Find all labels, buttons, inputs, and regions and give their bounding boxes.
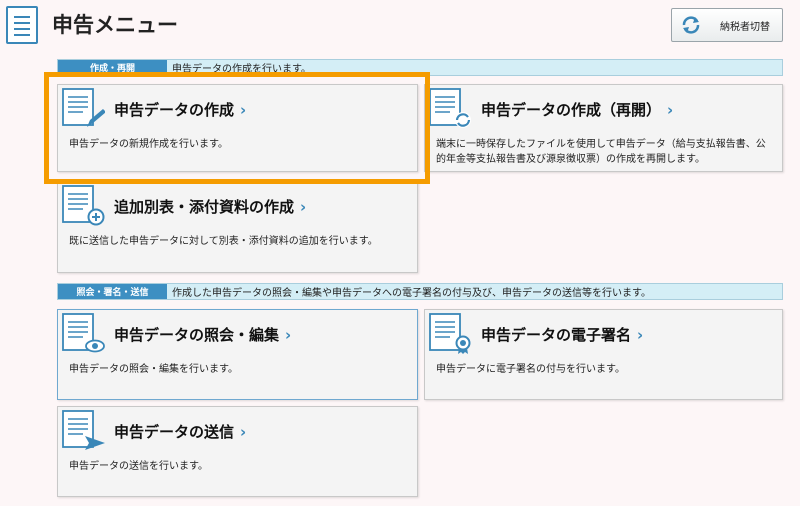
card-resume-data[interactable]: 申告データの作成（再開） › 端末に一時保存したファイルを使用して申告データ（給与…	[424, 84, 783, 172]
card-title: 申告データの送信 ›	[114, 423, 247, 441]
card-create-data[interactable]: 申告データの作成 › 申告データの新規作成を行います。	[57, 84, 418, 172]
switch-taxpayer-label: 納税者切替	[720, 21, 770, 33]
chevron-right-icon: ›	[240, 423, 247, 441]
refresh-icon	[682, 16, 700, 34]
chevron-right-icon: ›	[285, 326, 292, 344]
section-bar-review-sign-send: 照会・署名・送信 作成した申告データの照会・編集や申告データへの電子署名の付与及…	[57, 283, 783, 300]
card-additional-attachments[interactable]: 追加別表・添付資料の作成 › 既に送信した申告データに対して別表・添付資料の追加を…	[57, 181, 418, 273]
card-title: 追加別表・添付資料の作成 ›	[114, 198, 307, 216]
section-description: 作成した申告データの照会・編集や申告データへの電子署名の付与及び、申告データの送…	[172, 288, 651, 299]
chevron-right-icon: ›	[637, 326, 644, 344]
card-description: 申告データの送信を行います。	[69, 461, 208, 472]
card-description: 申告データの照会・編集を行います。	[69, 364, 238, 375]
section-tag: 照会・署名・送信	[58, 284, 167, 299]
document-send-icon	[62, 410, 105, 450]
document-eye-icon	[62, 313, 105, 353]
chevron-right-icon: ›	[240, 101, 247, 119]
chevron-right-icon: ›	[667, 101, 674, 119]
card-title: 申告データの作成（再開） ›	[481, 101, 674, 119]
document-icon	[6, 6, 38, 44]
card-send-data[interactable]: 申告データの送信 › 申告データの送信を行います。	[57, 406, 418, 497]
card-description: 申告データに電子署名の付与を行います。	[436, 364, 625, 375]
card-view-edit-data[interactable]: 申告データの照会・編集 › 申告データの照会・編集を行います。	[57, 309, 418, 400]
card-digital-signature[interactable]: 申告データの電子署名 › 申告データに電子署名の付与を行います。	[424, 309, 783, 400]
card-description: 端末に一時保存したファイルを使用して申告データ（給与支払報告書、公的年金等支払報…	[436, 139, 766, 165]
card-title: 申告データの照会・編集 ›	[114, 326, 292, 344]
document-refresh-icon	[429, 88, 471, 128]
card-title: 申告データの作成 ›	[114, 101, 247, 119]
card-description: 既に送信した申告データに対して別表・添付資料の追加を行います。	[69, 236, 378, 247]
chevron-right-icon: ›	[300, 198, 307, 216]
switch-taxpayer-button[interactable]: 納税者切替	[671, 8, 783, 42]
section-description: 申告データの作成を行います。	[172, 64, 311, 75]
section-bar-create: 作成・再開 申告データの作成を行います。	[57, 59, 783, 76]
card-title: 申告データの電子署名 ›	[481, 326, 644, 344]
section-tag: 作成・再開	[58, 60, 167, 75]
document-plus-icon	[62, 185, 105, 226]
document-pencil-icon	[62, 88, 105, 127]
document-seal-icon	[429, 313, 471, 354]
card-description: 申告データの新規作成を行います。	[69, 139, 228, 150]
page-title: 申告メニュー	[52, 13, 178, 37]
